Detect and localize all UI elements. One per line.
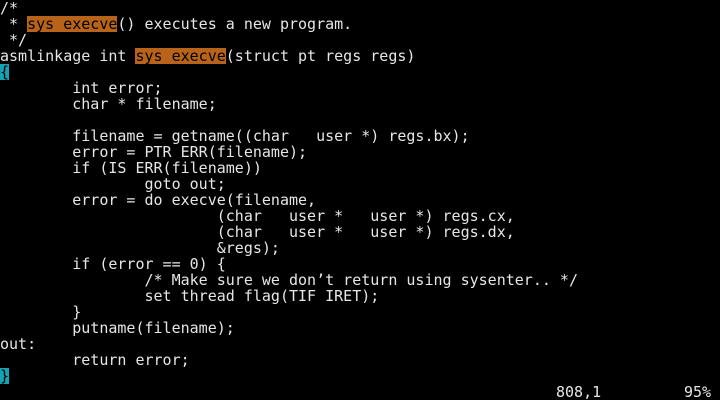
code-text: if (IS_ERR(filename)) [0,160,262,176]
code-line: return error; [0,352,720,368]
code-text: (char __user * __user *) regs.dx, [0,224,515,240]
code-line: set_thread_flag(TIF_IRET); [0,288,720,304]
code-line: (char __user * __user *) regs.cx, [0,208,720,224]
code-line: (char __user * __user *) regs.dx, [0,224,720,240]
code-line: char * filename; [0,96,720,112]
code-text: char * filename; [0,96,217,112]
code-text: out: [0,336,37,352]
code-line: /* Make sure we don’t return using sysen… [0,272,720,288]
scroll-percent: 95% [684,383,712,400]
code-text: */ [0,32,28,48]
code-line: } [0,368,720,384]
code-text: () executes a new program. [117,16,353,32]
code-text: putname(filename); [0,320,235,336]
code-text: (char __user * __user *) regs.cx, [0,208,515,224]
code-line: error = do_execve(filename, [0,192,720,208]
matching-brace-highlight: { [0,64,10,80]
code-text: /* Make sure we don’t return using sysen… [0,272,578,288]
code-text: set_thread_flag(TIF_IRET); [0,288,380,304]
terminal-window[interactable]: /* * sys_execve() executes a new program… [0,0,720,400]
code-line: error = PTR_ERR(filename); [0,144,720,160]
code-text: filename = getname((char __user *) regs.… [0,128,470,144]
cursor-position: 808,1 [556,383,602,400]
code-line: filename = getname((char __user *) regs.… [0,128,720,144]
code-line: &regs); [0,240,720,256]
code-text: error = do_execve(filename, [0,192,317,208]
code-text: } [0,304,82,320]
code-line: if (error == 0) { [0,256,720,272]
status-ruler: 808,1 95% [0,384,720,400]
code-text: asmlinkage int [0,48,136,64]
code-line: { [0,64,720,80]
code-text: error = PTR_ERR(filename); [0,144,308,160]
code-line: } [0,304,720,320]
search-highlight: sys_execve [27,16,118,32]
matching-brace-highlight: } [0,368,10,384]
code-buffer[interactable]: /* * sys_execve() executes a new program… [0,0,720,384]
search-highlight: sys_execve [135,48,226,64]
code-text: goto out; [0,176,226,192]
code-line: if (IS_ERR(filename)) [0,160,720,176]
code-text: int error; [0,80,163,96]
code-text: if (error == 0) { [0,256,226,272]
code-text: /* [0,0,19,16]
code-line: goto out; [0,176,720,192]
code-line: asmlinkage int sys_execve(struct pt_regs… [0,48,720,64]
code-line: * sys_execve() executes a new program. [0,16,720,32]
code-text: return error; [0,352,190,368]
code-text: (struct pt_regs regs) [225,48,416,64]
code-line: int error; [0,80,720,96]
code-text: &regs); [0,240,280,256]
code-line: out: [0,336,720,352]
code-line: putname(filename); [0,320,720,336]
code-line: /* [0,0,720,16]
code-text: * [0,16,28,32]
code-line: */ [0,32,720,48]
